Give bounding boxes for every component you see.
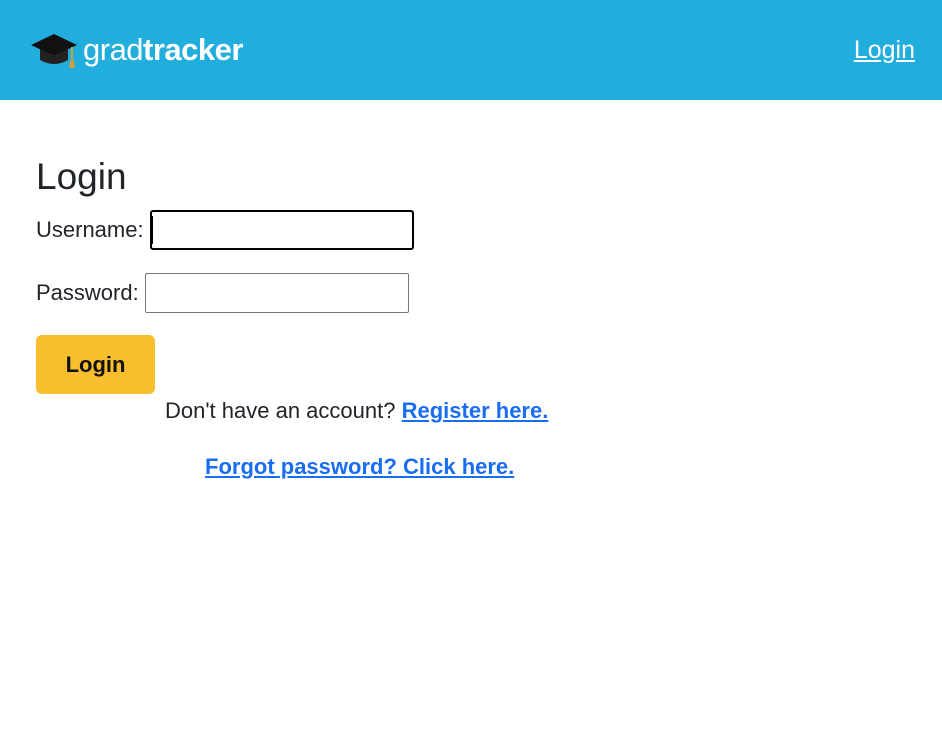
logo-text-tracker: tracker [143, 31, 243, 67]
password-label: Password: [36, 280, 139, 305]
password-input[interactable] [144, 273, 409, 313]
username-row: Username: [36, 210, 414, 250]
logo[interactable]: gradtracker [30, 31, 243, 73]
login-button[interactable]: Login [36, 335, 155, 394]
register-link[interactable]: Register here. [402, 398, 549, 423]
password-row: Password: [36, 273, 409, 313]
text-caret [151, 216, 153, 244]
graduation-cap-icon [31, 34, 77, 68]
nav-login-link[interactable]: Login [854, 36, 915, 65]
header-bar: gradtracker Login [0, 0, 942, 100]
forgot-password-link[interactable]: Forgot password? Click here. [205, 454, 514, 479]
register-line: Don't have an account? Register here. [165, 398, 548, 424]
logo-text: gradtracker [83, 34, 243, 65]
username-input[interactable] [149, 210, 414, 250]
logo-text-grad: grad [83, 31, 144, 67]
username-label: Username: [36, 217, 144, 242]
register-prompt: Don't have an account? [165, 398, 396, 423]
forgot-line: Forgot password? Click here. [205, 454, 514, 480]
page-title: Login [36, 156, 127, 197]
